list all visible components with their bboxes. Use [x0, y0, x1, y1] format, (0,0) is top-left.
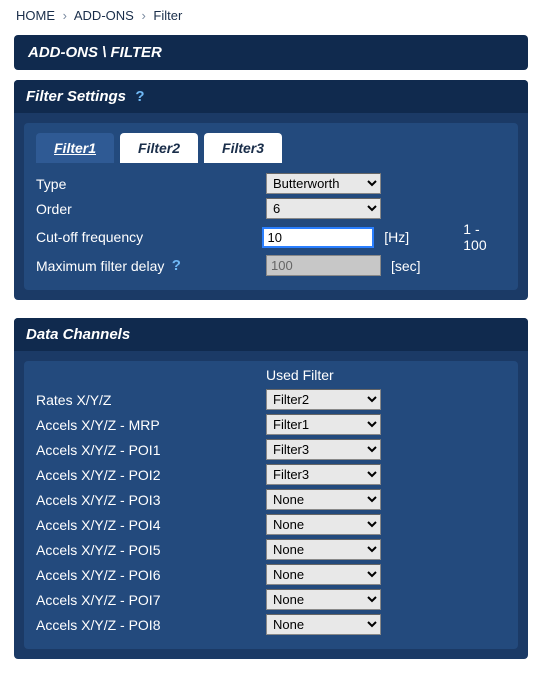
tab-filter3[interactable]: Filter3 [204, 133, 282, 163]
channel-label: Rates X/Y/Z [36, 392, 266, 408]
channel-label: Accels X/Y/Z - POI2 [36, 467, 266, 483]
data-channels-title: Data Channels [26, 326, 130, 343]
select-used-filter[interactable]: NoneFilter1Filter2Filter3 [266, 514, 381, 535]
channel-label: Accels X/Y/Z - POI4 [36, 517, 266, 533]
column-headers: Used Filter [36, 367, 506, 383]
tab-filter1[interactable]: Filter1 [36, 133, 114, 163]
select-order[interactable]: 6 [266, 198, 381, 219]
label-delay: Maximum filter delay ? [36, 258, 266, 274]
channel-row: Accels X/Y/Z - POI8NoneFilter1Filter2Fil… [36, 612, 506, 637]
page-title: ADD-ONS \ FILTER [14, 35, 528, 70]
channel-row: Accels X/Y/Z - POI3NoneFilter1Filter2Fil… [36, 487, 506, 512]
select-used-filter[interactable]: NoneFilter1Filter2Filter3 [266, 614, 381, 635]
range-cutoff: 1 - 100 [433, 221, 506, 253]
channel-label: Accels X/Y/Z - POI7 [36, 592, 266, 608]
tab-filter2[interactable]: Filter2 [120, 133, 198, 163]
channel-row: Accels X/Y/Z - POI2NoneFilter1Filter2Fil… [36, 462, 506, 487]
select-used-filter[interactable]: NoneFilter1Filter2Filter3 [266, 564, 381, 585]
channel-row: Accels X/Y/Z - POI7NoneFilter1Filter2Fil… [36, 587, 506, 612]
channel-label: Accels X/Y/Z - POI6 [36, 567, 266, 583]
channel-row: Accels X/Y/Z - POI4NoneFilter1Filter2Fil… [36, 512, 506, 537]
channel-label: Accels X/Y/Z - POI3 [36, 492, 266, 508]
breadcrumb-current: Filter [153, 8, 182, 23]
row-type: Type Butterworth [36, 171, 506, 196]
filter-settings-body: Type Butterworth Order 6 Cut-off frequen… [24, 163, 518, 290]
data-channels-header: Data Channels [14, 318, 528, 351]
chevron-right-icon: › [141, 8, 145, 23]
channel-label: Accels X/Y/Z - POI5 [36, 542, 266, 558]
select-used-filter[interactable]: NoneFilter1Filter2Filter3 [266, 464, 381, 485]
select-used-filter[interactable]: NoneFilter1Filter2Filter3 [266, 414, 381, 435]
filter-tabs: Filter1 Filter2 Filter3 [24, 123, 518, 163]
channel-label: Accels X/Y/Z - MRP [36, 417, 266, 433]
column-header-used-filter: Used Filter [266, 367, 381, 383]
channel-row: Rates X/Y/ZNoneFilter1Filter2Filter3 [36, 387, 506, 412]
row-delay: Maximum filter delay ? [sec] [36, 253, 506, 278]
breadcrumb-addons[interactable]: ADD-ONS [74, 8, 134, 23]
data-channels-body: Used Filter Rates X/Y/ZNoneFilter1Filter… [24, 361, 518, 649]
filter-settings-title: Filter Settings [26, 88, 126, 105]
channel-label: Accels X/Y/Z - POI1 [36, 442, 266, 458]
channel-row: Accels X/Y/Z - POI5NoneFilter1Filter2Fil… [36, 537, 506, 562]
help-icon[interactable]: ? [132, 89, 148, 105]
help-icon[interactable]: ? [168, 258, 184, 274]
channel-row: Accels X/Y/Z - POI6NoneFilter1Filter2Fil… [36, 562, 506, 587]
label-cutoff: Cut-off frequency [36, 229, 262, 245]
channel-row: Accels X/Y/Z - POI1NoneFilter1Filter2Fil… [36, 437, 506, 462]
channel-row: Accels X/Y/Z - MRPNoneFilter1Filter2Filt… [36, 412, 506, 437]
chevron-right-icon: › [63, 8, 67, 23]
select-used-filter[interactable]: NoneFilter1Filter2Filter3 [266, 439, 381, 460]
select-used-filter[interactable]: NoneFilter1Filter2Filter3 [266, 389, 381, 410]
select-used-filter[interactable]: NoneFilter1Filter2Filter3 [266, 489, 381, 510]
filter-settings-panel: Filter Settings ? Filter1 Filter2 Filter… [14, 80, 528, 300]
select-used-filter[interactable]: NoneFilter1Filter2Filter3 [266, 589, 381, 610]
unit-cutoff: [Hz] [374, 229, 433, 245]
select-type[interactable]: Butterworth [266, 173, 381, 194]
breadcrumb-home[interactable]: HOME [16, 8, 55, 23]
row-cutoff: Cut-off frequency [Hz] 1 - 100 [36, 221, 506, 253]
input-cutoff[interactable] [262, 227, 375, 248]
filter-settings-header: Filter Settings ? [14, 80, 528, 113]
unit-delay: [sec] [381, 258, 441, 274]
input-delay [266, 255, 381, 276]
row-order: Order 6 [36, 196, 506, 221]
channel-label: Accels X/Y/Z - POI8 [36, 617, 266, 633]
label-type: Type [36, 176, 266, 192]
label-order: Order [36, 201, 266, 217]
select-used-filter[interactable]: NoneFilter1Filter2Filter3 [266, 539, 381, 560]
breadcrumb: HOME › ADD-ONS › Filter [0, 0, 542, 31]
data-channels-panel: Data Channels Used Filter Rates X/Y/ZNon… [14, 318, 528, 659]
